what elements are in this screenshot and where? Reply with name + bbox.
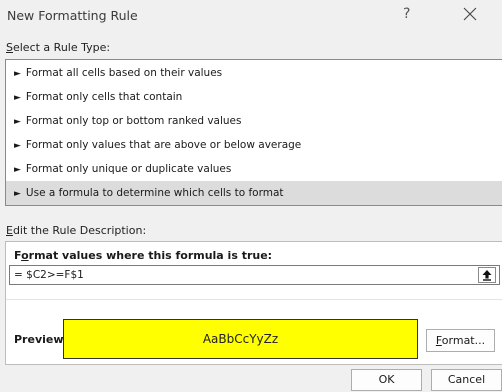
rule-type-label: Format only top or bottom ranked values [25,115,242,127]
format-label-rest: ormat... [441,334,486,347]
rule-type-item[interactable]: ► Format all cells based on their values [6,61,502,85]
rule-type-label: Format all cells based on their values [25,67,223,79]
select-rule-type-label: Select a Rule Type: [6,41,110,54]
rule-type-label: Format only values that are above or bel… [25,139,302,151]
rule-type-item-selected[interactable]: ► Use a formula to determine which cells … [6,181,502,205]
preview-label: Preview: [14,333,68,346]
arrow-icon: ► [14,141,21,151]
formula-label-rest: rmat values where this formula is true: [28,249,273,262]
collapse-dialog-button[interactable] [478,267,496,283]
arrow-icon: ► [14,117,21,127]
rule-description-panel: Format values where this formula is true… [5,241,502,365]
formula-value[interactable]: = $C2>=F$1 [14,269,84,281]
dialog-title: New Formatting Rule [7,8,138,23]
edit-mnemonic: E [6,224,13,237]
rule-type-item[interactable]: ► Format only top or bottom ranked values [6,109,502,133]
rule-type-label: Format only cells that contain [25,91,183,103]
collapse-arrow-icon [482,270,492,281]
preview-sample-box: AaBbCcYyZz [63,319,418,359]
help-button[interactable]: ? [403,6,410,22]
preview-sample-text: AaBbCcYyZz [202,332,279,346]
formula-label: Format values where this formula is true… [14,249,272,262]
rule-type-label: Use a formula to determine which cells t… [25,187,284,199]
select-label-rest: elect a Rule Type: [12,41,111,54]
ok-button[interactable]: OK [351,369,422,391]
cancel-button[interactable]: Cancel [431,369,502,391]
arrow-icon: ► [14,69,21,79]
rule-type-label: Format only unique or duplicate values [25,163,232,175]
format-button[interactable]: Format... [426,329,495,352]
arrow-icon: ► [14,93,21,103]
edit-rule-description-label: Edit the Rule Description: [6,224,146,237]
close-button[interactable] [460,4,480,24]
rule-type-item[interactable]: ► Format only unique or duplicate values [6,157,502,181]
rule-type-item[interactable]: ► Format only cells that contain [6,85,502,109]
formula-mnemonic: o [21,249,29,262]
rule-type-list[interactable]: ► Format all cells based on their values … [5,59,502,206]
close-icon [463,7,477,21]
divider [6,299,502,300]
arrow-icon: ► [14,165,21,175]
edit-label-rest: dit the Rule Description: [12,224,147,237]
title-bar: New Formatting Rule ? [0,0,502,34]
select-mnemonic: S [6,41,13,54]
rule-type-item[interactable]: ► Format only values that are above or be… [6,133,502,157]
arrow-icon: ► [14,189,21,199]
formula-input[interactable]: = $C2>=F$1 [9,265,500,285]
